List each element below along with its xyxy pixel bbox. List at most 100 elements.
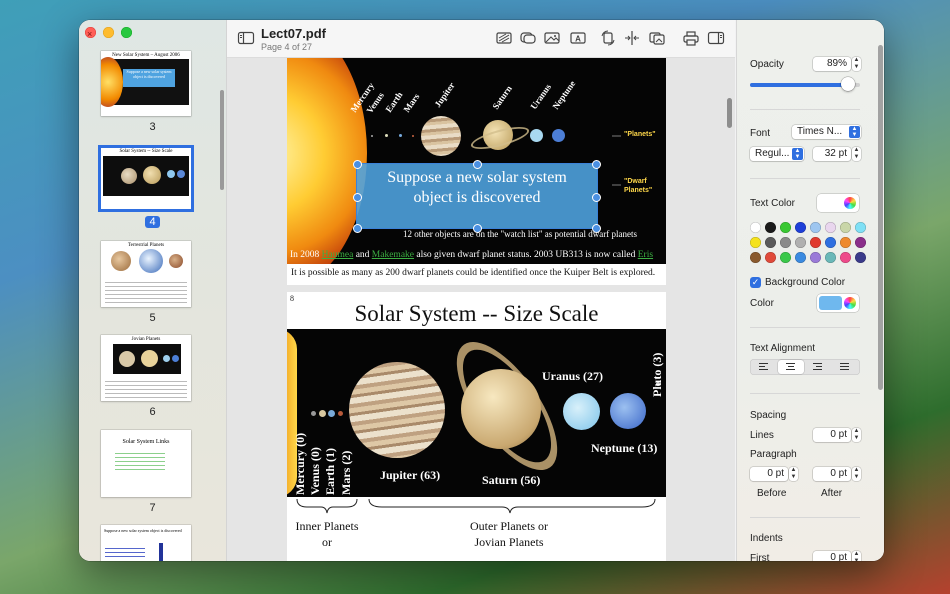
opacity-slider[interactable] — [750, 77, 860, 91]
color-swatch[interactable] — [765, 222, 776, 233]
color-swatch[interactable] — [855, 252, 866, 263]
color-swatch[interactable] — [780, 252, 791, 263]
svg-text:A: A — [575, 35, 581, 44]
inner-planets-label: Inner Planets or — [295, 519, 359, 549]
background-color-fill — [819, 296, 842, 310]
font-family-popup[interactable]: Times N... ▲ ▼ — [792, 125, 861, 139]
line-spacing-field[interactable]: 0 pt — [813, 428, 851, 442]
color-swatch[interactable] — [750, 222, 761, 233]
align-left-button[interactable] — [751, 360, 777, 374]
document-title: Lect07.pdf — [261, 26, 327, 41]
spacing-label: Spacing — [750, 410, 787, 421]
split-icon[interactable] — [623, 30, 641, 46]
line-spacing-stepper[interactable]: ▲ ▼ — [852, 428, 861, 442]
page-thumbnails-sidebar: New Solar System – August 2006 Suppose a… — [79, 20, 227, 561]
color-swatch[interactable] — [765, 237, 776, 248]
zoom-window-button[interactable] — [121, 27, 132, 38]
color-swatch[interactable] — [750, 237, 761, 248]
align-justify-button[interactable] — [832, 360, 858, 374]
color-swatch[interactable] — [750, 252, 761, 263]
font-size-field[interactable]: 32 pt — [813, 147, 851, 161]
document-scrollbar[interactable] — [727, 98, 732, 128]
label-earth: Earth — [383, 90, 404, 114]
close-window-button[interactable] — [85, 27, 96, 38]
after-label: After — [821, 488, 843, 499]
thumbnail-page-4[interactable]: Solar System -- Size Scale — [101, 148, 191, 209]
print-icon[interactable] — [682, 30, 700, 46]
color-swatch[interactable] — [810, 252, 821, 263]
link-makemake[interactable]: Makemake — [372, 250, 414, 260]
thumbnail-heading: Solar System -- Size Scale — [119, 149, 173, 154]
opacity-field[interactable]: 89% — [813, 57, 851, 71]
color-wheel-icon[interactable] — [844, 297, 856, 309]
planet-image — [111, 251, 131, 271]
select-region-icon[interactable] — [495, 30, 513, 46]
minimize-window-button[interactable] — [103, 27, 114, 38]
paragraph-before-stepper[interactable]: ▲ ▼ — [789, 467, 798, 481]
separator — [750, 393, 860, 394]
color-swatch[interactable] — [780, 237, 791, 248]
color-swatch[interactable] — [810, 237, 821, 248]
opacity-stepper[interactable]: ▲ ▼ — [852, 57, 861, 71]
color-swatch[interactable] — [840, 237, 851, 248]
thumbnail-page-7[interactable]: Solar System Links — [101, 430, 191, 497]
color-swatch[interactable] — [795, 237, 806, 248]
annotation-text[interactable]: Suppose a new solar system object is dis… — [357, 164, 597, 208]
sidebar-toggle-icon[interactable] — [237, 30, 255, 46]
thumbnail-image — [103, 156, 189, 196]
pdf-page-prev: Mercury Venus Earth Mars Jupiter Saturn … — [287, 58, 666, 285]
thumbnail-page-number: 6 — [149, 406, 156, 418]
color-label: Color — [750, 298, 774, 309]
watchlist-text: 12 other objects are on the "watch list"… — [403, 229, 638, 239]
annotation-text-box[interactable]: Suppose a new solar system object is dis… — [357, 164, 597, 228]
align-right-button[interactable] — [805, 360, 831, 374]
copy-pages-icon[interactable] — [648, 30, 666, 46]
color-swatch[interactable] — [825, 222, 836, 233]
color-swatch[interactable] — [855, 222, 866, 233]
color-swatch[interactable] — [765, 252, 776, 263]
thumbnail-page-8[interactable]: Suppose a new solar system object is dis… — [101, 525, 191, 561]
first-indent-field[interactable]: 0 pt — [813, 551, 851, 561]
color-swatch[interactable] — [810, 222, 821, 233]
paragraph-after-stepper[interactable]: ▲ ▼ — [852, 467, 861, 481]
paragraph-before-field[interactable]: 0 pt — [750, 467, 788, 481]
align-center-button[interactable] — [778, 360, 804, 374]
thumbnail-page-3[interactable]: New Solar System – August 2006 Suppose a… — [101, 51, 191, 116]
link-haumea[interactable]: Haumea — [322, 250, 354, 260]
speech-bubble-icon[interactable] — [519, 30, 537, 46]
document-view[interactable]: Mercury Venus Earth Mars Jupiter Saturn … — [227, 58, 735, 561]
label-saturn: Saturn — [490, 84, 513, 111]
label-earth: Earth (1) — [323, 448, 337, 495]
text-alignment-label: Text Alignment — [750, 343, 816, 354]
sidebar-scrollbar[interactable] — [220, 90, 224, 190]
background-color-well[interactable] — [817, 294, 859, 312]
color-swatch[interactable] — [795, 252, 806, 263]
color-swatch[interactable] — [855, 237, 866, 248]
color-swatch[interactable] — [780, 222, 791, 233]
text-box-icon[interactable]: A — [569, 30, 587, 46]
label-mars: Mars — [401, 91, 421, 114]
paragraph-after-field[interactable]: 0 pt — [813, 467, 851, 481]
font-size-stepper[interactable]: ▲ ▼ — [852, 147, 861, 161]
background-color-checkbox[interactable]: ✓ — [750, 277, 761, 288]
inspector-scrollbar[interactable] — [878, 45, 883, 390]
opacity-slider-knob[interactable] — [840, 77, 855, 91]
first-indent-stepper[interactable]: ▲ ▼ — [852, 551, 861, 561]
text-color-well[interactable] — [817, 194, 859, 212]
font-style-popup[interactable]: Regul... ▲ ▼ — [750, 147, 804, 161]
color-swatch[interactable] — [825, 252, 836, 263]
thumbnail-page-5[interactable]: Terrestrial Planets — [101, 241, 191, 307]
image-icon[interactable] — [543, 30, 561, 46]
background-color-label: Background Color — [765, 277, 846, 288]
rotate-icon[interactable] — [599, 30, 617, 46]
color-swatch[interactable] — [840, 222, 851, 233]
thumbnail-page-6[interactable]: Jovian Planets — [101, 335, 191, 401]
color-wheel-icon[interactable] — [844, 197, 856, 209]
inspector-toggle-icon[interactable] — [707, 30, 725, 46]
color-swatch[interactable] — [795, 222, 806, 233]
color-swatch[interactable] — [840, 252, 851, 263]
thumbnail-heading: Suppose a new solar system object is dis… — [104, 528, 182, 533]
color-swatch[interactable] — [825, 237, 836, 248]
link-eris[interactable]: Eris — [638, 250, 653, 260]
kuiper-belt-text: It is possible as many as 200 dwarf plan… — [291, 268, 656, 278]
